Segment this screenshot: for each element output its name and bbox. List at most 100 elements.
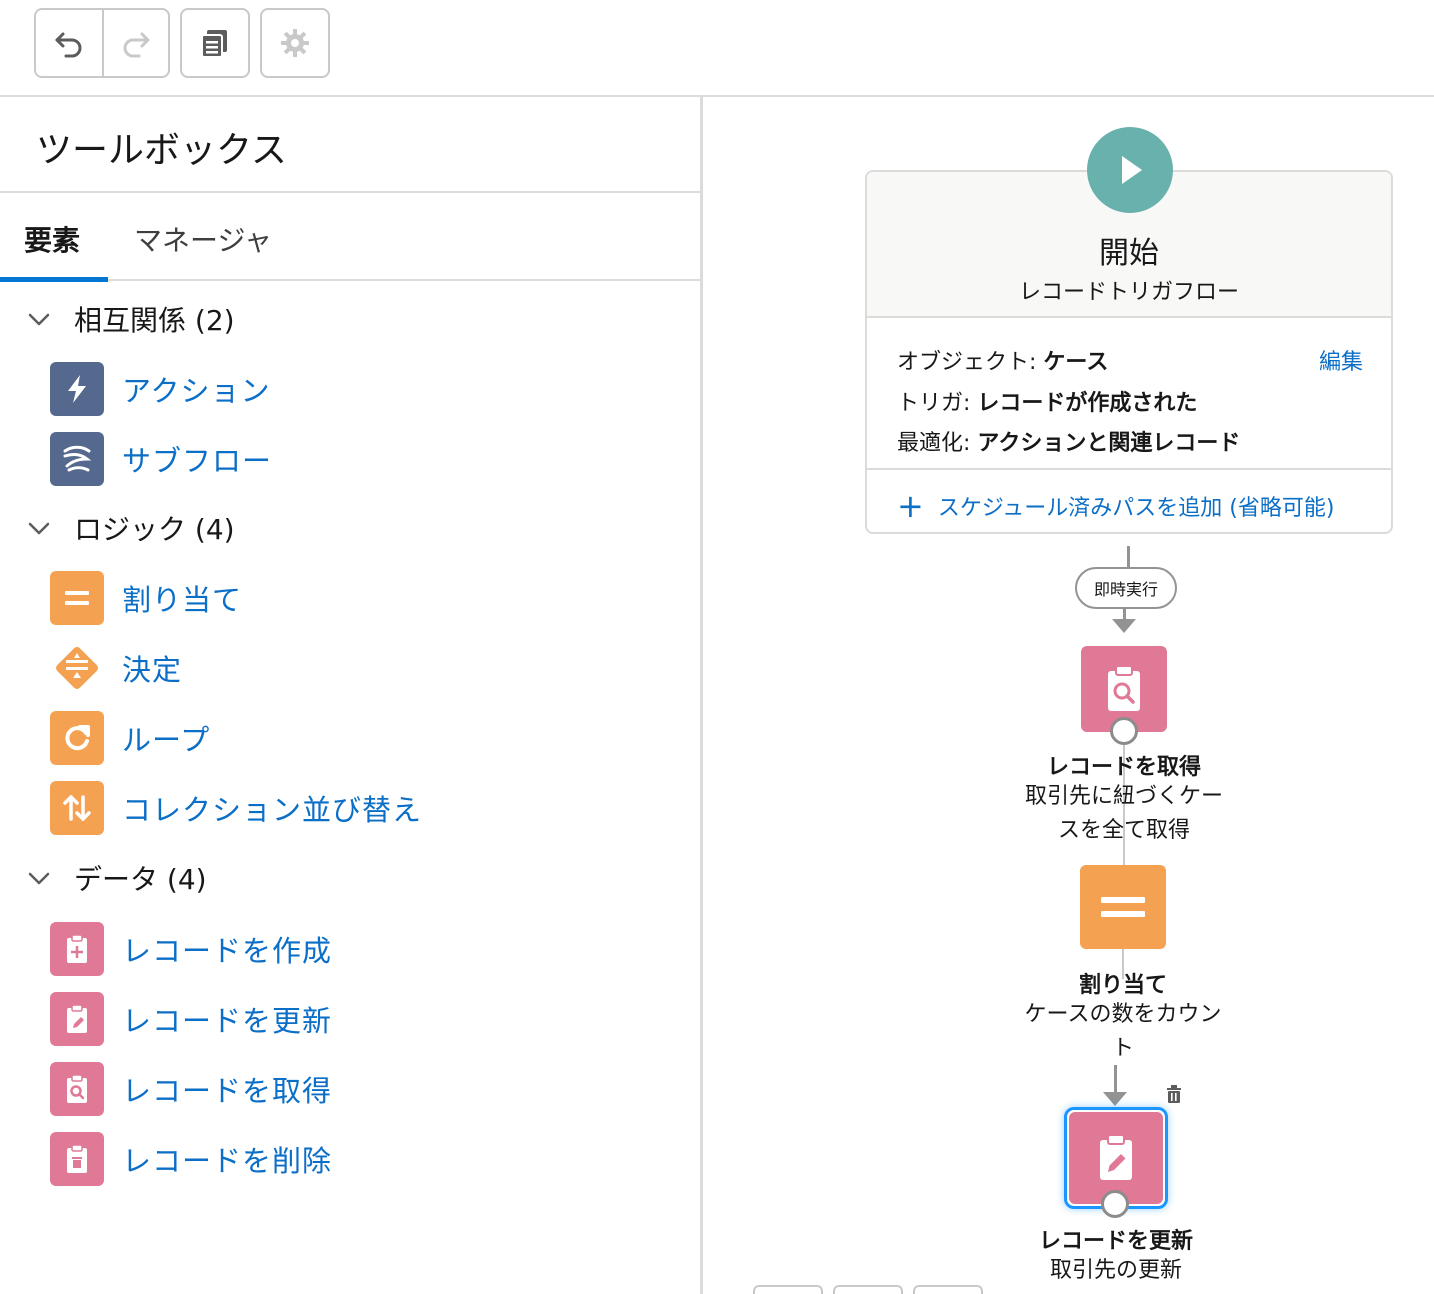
settings-group <box>260 8 330 78</box>
optimize-label: 最適化: <box>897 431 971 456</box>
settings-button[interactable] <box>262 10 328 76</box>
section-logic-header[interactable]: ロジック (4) <box>26 508 235 548</box>
copy-group <box>180 8 250 78</box>
object-row: オブジェクト: ケース <box>897 344 1108 376</box>
toolbox-item-record-update[interactable]: レコードを更新 <box>50 992 332 1046</box>
add-scheduled-path-link[interactable]: + スケジュール済みパスを追加 (省略可能) <box>897 490 1334 522</box>
toolbox-item-loop[interactable]: ループ <box>50 711 210 765</box>
chevron-down-icon <box>28 313 50 326</box>
decision-icon <box>50 641 104 695</box>
record-update-icon <box>50 992 104 1046</box>
toolbox-item-label: レコードを更新 <box>122 1004 333 1038</box>
plus-icon: + <box>897 487 924 525</box>
node-description-line: スを全て取得 <box>1057 818 1190 843</box>
trigger-row: トリガ: レコードが作成された <box>897 385 1197 417</box>
assignment-icon <box>50 571 104 625</box>
node-title: 割り当て <box>1078 973 1167 998</box>
connector-port[interactable] <box>1110 717 1138 745</box>
zoom-control-button[interactable] <box>913 1285 983 1294</box>
object-label: オブジェクト: <box>897 350 1037 375</box>
assignment-node[interactable] <box>1080 865 1166 949</box>
record-delete-icon <box>50 1132 104 1186</box>
redo-icon <box>123 32 150 58</box>
node-description-line: ケースの数をカウン <box>1024 1002 1222 1027</box>
toolbox-item-decision[interactable]: 決定 <box>50 641 182 695</box>
record-lookup-icon <box>1108 665 1140 711</box>
toolbox-item-action[interactable]: アクション <box>50 362 271 416</box>
tab-manager[interactable]: マネージャ <box>134 219 272 259</box>
gear-icon <box>281 29 309 57</box>
toolbox-panel: ツールボックス 要素 マネージャ 相互関係 (2) アクション サブフロー ロジ… <box>0 97 703 1294</box>
section-label: ロジック (4) <box>74 513 235 546</box>
optimize-row: 最適化: アクションと関連レコード <box>897 425 1240 457</box>
subflow-icon <box>50 432 104 486</box>
optimize-value: アクションと関連レコード <box>977 431 1241 456</box>
section-label: データ (4) <box>74 863 207 896</box>
connector-line <box>1123 609 1126 619</box>
section-data-header[interactable]: データ (4) <box>26 858 207 898</box>
start-play-icon <box>1087 127 1173 213</box>
copy-icon <box>201 30 227 58</box>
toolbox-item-subflow[interactable]: サブフロー <box>50 432 272 486</box>
lightning-icon <box>50 362 104 416</box>
toolbox-title: ツールボックス <box>36 130 287 171</box>
edit-link[interactable]: 編集 <box>1319 344 1363 376</box>
connector-line <box>1127 546 1130 568</box>
start-title: 開始 <box>1099 236 1159 271</box>
node-title: レコードを更新 <box>1038 1229 1193 1254</box>
toolbox-item-label: サブフロー <box>122 444 273 478</box>
node-description: 取引先に紐づくケー スを全て取得 <box>974 780 1274 848</box>
toolbar <box>0 0 1434 97</box>
node-description: 取引先の更新 <box>1049 1258 1182 1283</box>
node-description-line: ト <box>1111 1036 1134 1061</box>
delete-element-icon[interactable] <box>1163 1083 1185 1105</box>
undo-icon <box>55 32 82 58</box>
toolbox-item-assignment[interactable]: 割り当て <box>50 571 242 625</box>
chevron-down-icon <box>28 522 50 535</box>
connector-port[interactable] <box>1101 1190 1129 1218</box>
connector-line <box>1114 1065 1117 1092</box>
start-element-card[interactable]: 開始 レコードトリガフロー オブジェクト: ケース 編集 トリガ: レコードが作… <box>865 170 1393 534</box>
toolbox-item-label: 割り当て <box>122 583 243 617</box>
toolbox-tabs: 要素 マネージャ <box>0 193 700 282</box>
record-create-icon <box>50 922 104 976</box>
arrow-head <box>1103 1092 1127 1106</box>
undo-button[interactable] <box>36 10 102 76</box>
toolbox-item-label: レコードを作成 <box>122 934 333 968</box>
assignment-icon <box>1101 897 1145 917</box>
toolbox-item-label: アクション <box>122 374 271 408</box>
toolbox-item-label: レコードを取得 <box>122 1074 333 1108</box>
toolbox-item-record-create[interactable]: レコードを作成 <box>50 922 332 976</box>
toolbox-item-record-delete[interactable]: レコードを削除 <box>50 1132 332 1186</box>
flow-canvas[interactable]: 開始 レコードトリガフロー オブジェクト: ケース 編集 トリガ: レコードが作… <box>703 97 1434 1294</box>
immediate-path-label[interactable]: 即時実行 <box>1075 567 1177 609</box>
zoom-control-button[interactable] <box>753 1285 823 1294</box>
sort-icon <box>50 781 104 835</box>
toolbox-item-label: ループ <box>122 723 211 757</box>
toolbox-item-label: コレクション並び替え <box>122 793 423 827</box>
section-interaction-header[interactable]: 相互関係 (2) <box>26 299 235 339</box>
zoom-control-button[interactable] <box>833 1285 903 1294</box>
tab-elements[interactable]: 要素 <box>24 219 80 259</box>
object-value: ケース <box>1043 350 1109 375</box>
toolbox-item-record-lookup[interactable]: レコードを取得 <box>50 1062 332 1116</box>
divider <box>867 468 1391 470</box>
active-tab-indicator <box>0 277 108 282</box>
trigger-value: レコードが作成された <box>977 391 1198 416</box>
toolbox-item-collection-sort[interactable]: コレクション並び替え <box>50 781 422 835</box>
node-description: ケースの数をカウン ト <box>973 998 1273 1066</box>
record-lookup-icon <box>50 1062 104 1116</box>
node-title: レコードを取得 <box>1046 755 1201 780</box>
loop-icon <box>50 711 104 765</box>
toolbox-item-label: 決定 <box>122 653 183 687</box>
trigger-label: トリガ: <box>897 391 971 416</box>
add-scheduled-path-label: スケジュール済みパスを追加 (省略可能) <box>937 496 1335 521</box>
arrow-head <box>1112 619 1136 633</box>
undo-redo-group <box>34 8 170 78</box>
section-label: 相互関係 (2) <box>74 304 235 337</box>
canvas-zoom-controls <box>753 1285 993 1294</box>
node-description-line: 取引先に紐づくケー <box>1024 784 1223 809</box>
copy-button[interactable] <box>182 10 248 76</box>
redo-button[interactable] <box>102 10 168 76</box>
start-subtitle: レコードトリガフロー <box>1018 280 1239 305</box>
